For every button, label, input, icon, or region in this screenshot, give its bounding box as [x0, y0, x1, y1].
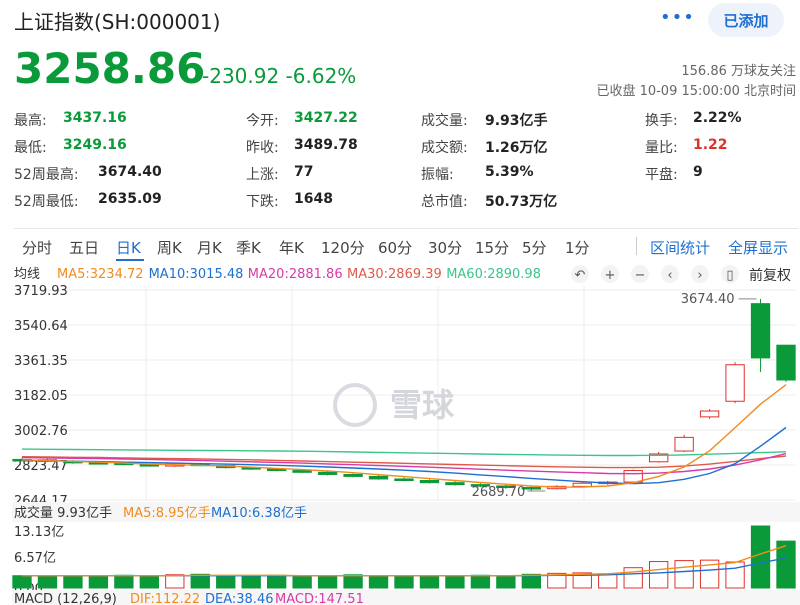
volume-bar[interactable]: [648, 561, 669, 589]
price-tick: 3182.05: [14, 389, 68, 404]
volume-tick: 13.13亿: [14, 525, 64, 540]
candle[interactable]: [445, 482, 465, 486]
candle[interactable]: [776, 344, 796, 381]
volume-ma-legend-ma5: MA5:8.95亿手: [123, 506, 211, 521]
ma-legend-ma60: MA60:2890.98: [446, 267, 541, 282]
candle[interactable]: [394, 478, 414, 482]
volume-bar[interactable]: [63, 575, 83, 589]
candle[interactable]: [368, 475, 389, 480]
ma-legend-ma5: MA5:3234.72: [57, 267, 144, 282]
macd-value: MACD:147.51: [275, 592, 364, 605]
volume-label: 成交量 9.93亿手: [14, 505, 112, 521]
candle[interactable]: [292, 470, 312, 473]
chart-tool-icon-glyph: ›: [697, 268, 702, 283]
low-annotation: 2689.70: [472, 485, 526, 500]
ma-legend-ma10: MA10:3015.48: [149, 267, 244, 282]
volume-bar[interactable]: [419, 575, 440, 589]
volume-bar[interactable]: [343, 574, 363, 589]
ma-legend-ma20: MA20:2881.86: [248, 267, 343, 282]
candle[interactable]: [750, 303, 771, 359]
volume-bar[interactable]: [394, 575, 414, 589]
volume-bar[interactable]: [114, 574, 134, 589]
watermark-logo-icon: [333, 383, 377, 427]
volume-bar[interactable]: [368, 575, 389, 589]
ma-legend-ma30: MA30:2869.39: [347, 267, 442, 282]
price-tick: 3002.76: [14, 424, 68, 439]
chart-tool-icon-glyph: ‹: [667, 268, 672, 283]
volume-bar[interactable]: [292, 575, 312, 589]
volume-tick: 6.57亿: [14, 551, 56, 566]
ma-mode-label: 均线: [14, 267, 40, 282]
high-annotation: 3674.40: [681, 292, 735, 307]
volume-bar[interactable]: [216, 575, 236, 589]
volume-ma-legend-ma10: MA10:6.38亿手: [211, 506, 307, 521]
volume-bar[interactable]: [37, 575, 58, 589]
chart-tool-icon-glyph: ▯: [726, 268, 733, 283]
candle[interactable]: [674, 436, 694, 452]
kline-chart[interactable]: 均线 MA5:3234.72 MA10:3015.48 MA20:2881.86 MA3…: [0, 0, 800, 605]
volume-bar[interactable]: [241, 575, 261, 589]
price-tick: 3719.93: [14, 284, 68, 299]
candle[interactable]: [725, 364, 745, 402]
volume-ma-line-ma10: [22, 557, 787, 577]
candle[interactable]: [343, 473, 363, 477]
volume-bar[interactable]: [88, 575, 109, 589]
volume-bar[interactable]: [445, 575, 465, 589]
volume-bar[interactable]: [496, 575, 516, 589]
price-tick: 3361.35: [14, 354, 68, 369]
candle[interactable]: [317, 471, 338, 475]
volume-bar[interactable]: [674, 560, 694, 589]
candle[interactable]: [699, 410, 720, 418]
volume-bar[interactable]: [598, 573, 618, 589]
volume-bar[interactable]: [317, 575, 338, 589]
macd-dea: DEA:38.46: [205, 592, 274, 605]
ma-line-ma60: [21, 448, 787, 457]
fq-toggle: 前复权: [749, 267, 791, 284]
volume-bar[interactable]: [725, 561, 745, 589]
watermark-text: 雪球: [390, 386, 455, 424]
volume-bar[interactable]: [750, 525, 771, 589]
candle[interactable]: [572, 482, 592, 487]
volume-bar[interactable]: [12, 575, 32, 589]
candle[interactable]: [419, 480, 440, 484]
candle[interactable]: [623, 470, 643, 483]
price-tick: 3540.64: [14, 319, 68, 334]
volume-bar[interactable]: [266, 574, 287, 589]
macd-label: MACD (12,26,9): [14, 592, 117, 605]
chart-tool-icon-glyph: +: [605, 268, 616, 283]
volume-bar[interactable]: [139, 575, 160, 589]
macd-dif: DIF:112.22: [130, 592, 200, 605]
volume-bar[interactable]: [470, 574, 491, 589]
chart-tool-icon-glyph: −: [635, 268, 646, 283]
chart-tool-icon-glyph: ↶: [575, 268, 586, 283]
volume-bar[interactable]: [165, 574, 185, 589]
volume-ma-line-ma5: [22, 545, 787, 577]
